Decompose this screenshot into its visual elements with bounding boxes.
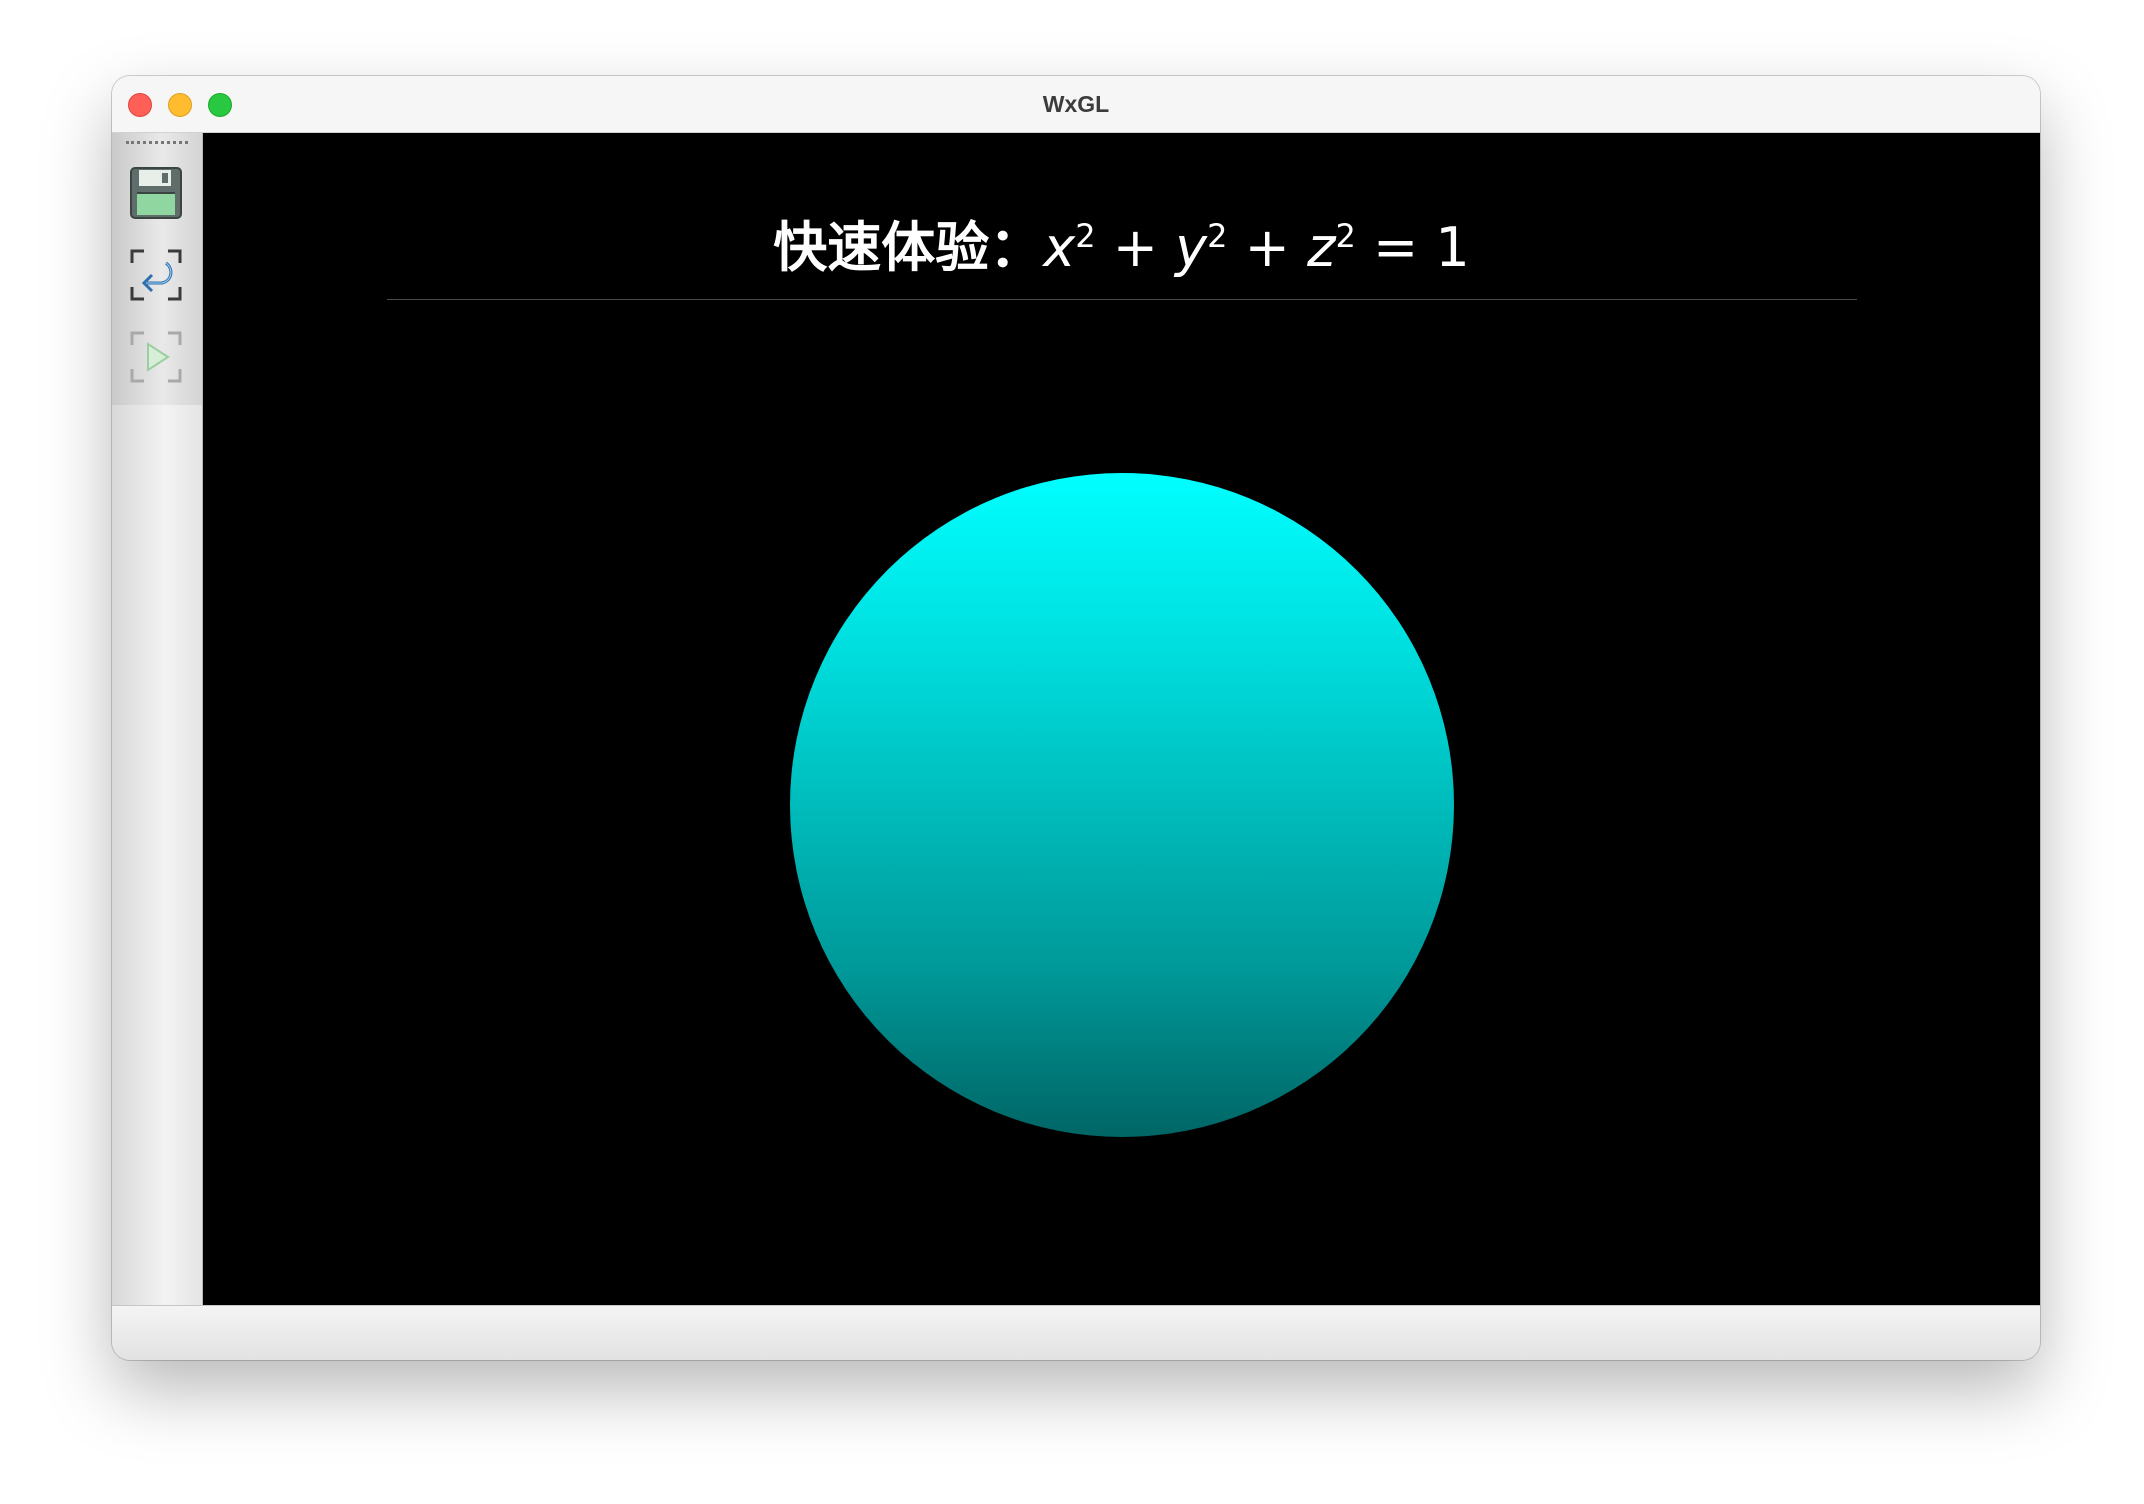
plot-title-chinese: 快速体验：	[773, 215, 1044, 279]
play-icon	[130, 331, 182, 383]
save-button[interactable]	[128, 165, 184, 221]
toolbar-button-group	[112, 133, 202, 405]
restore-icon	[130, 249, 182, 301]
vertical-toolbar	[112, 133, 203, 1305]
window-title: WxGL	[1042, 91, 1110, 117]
title-divider	[387, 299, 1857, 300]
toolbar-grip-handle[interactable]	[126, 141, 188, 148]
plot-title: 快速体验：x2 + y2 + z2 = 1	[203, 203, 2040, 282]
plot-title-equation: x2 + y2 + z2 = 1	[1043, 216, 1470, 279]
app-window: WxGL 快速体验：x2 + y2 + z2 = 1	[112, 76, 2040, 1360]
save-icon	[130, 167, 182, 219]
play-button[interactable]	[128, 329, 184, 385]
status-bar	[112, 1305, 2040, 1360]
sphere-render	[790, 473, 1454, 1137]
restore-button[interactable]	[128, 247, 184, 303]
gl-canvas[interactable]: 快速体验：x2 + y2 + z2 = 1	[203, 133, 2040, 1305]
title-bar[interactable]: WxGL	[112, 76, 2040, 133]
